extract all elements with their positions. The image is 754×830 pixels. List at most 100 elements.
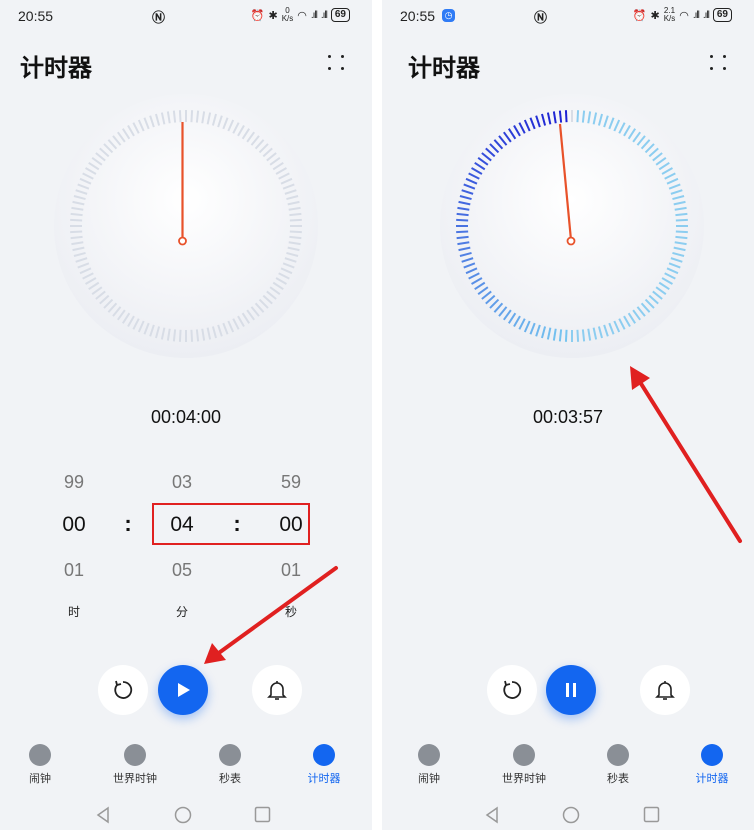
tab-timer[interactable]: 计时器 — [677, 744, 747, 786]
tab-label: 世界时钟 — [502, 773, 546, 785]
dial-tick — [581, 110, 586, 123]
dial-hand-pivot — [178, 236, 187, 246]
bell-icon — [655, 681, 675, 700]
system-nav-bar — [0, 800, 372, 830]
dial-tick — [456, 235, 469, 240]
timer-icon — [701, 744, 723, 766]
hours-prev[interactable]: 99 — [44, 472, 104, 493]
tab-world-clock[interactable]: 世界时钟 — [489, 744, 559, 786]
dial-tick — [456, 230, 469, 234]
seconds-next[interactable]: 01 — [261, 560, 321, 581]
hours-current[interactable]: 00 — [44, 513, 104, 537]
timer-dial — [438, 92, 706, 360]
ringtone-button[interactable] — [640, 665, 690, 715]
timer-icon — [313, 744, 335, 766]
seconds-prev[interactable]: 59 — [261, 472, 321, 493]
globe-icon — [124, 744, 146, 766]
dial-tick — [289, 235, 302, 240]
network-speed: 0 K/s — [282, 7, 294, 23]
dial-tick — [456, 218, 469, 222]
remaining-time: 00:04:00 — [150, 407, 222, 427]
battery-icon: 69 — [712, 8, 732, 22]
nav-home-icon[interactable] — [174, 806, 192, 824]
dial-tick — [70, 212, 83, 217]
ringtone-button[interactable] — [252, 665, 302, 715]
tab-timer[interactable]: 计时器 — [289, 744, 359, 786]
status-time: 20:55 — [18, 8, 54, 24]
dial-tick — [558, 329, 563, 342]
tab-label: 世界时钟 — [113, 773, 157, 785]
pause-icon — [566, 683, 576, 697]
status-time: 20:55 — [400, 8, 436, 24]
reset-button[interactable] — [487, 665, 537, 715]
tab-label: 闹钟 — [418, 773, 440, 785]
globe-icon — [513, 744, 535, 766]
nav-home-icon[interactable] — [562, 806, 580, 824]
dial-tick — [178, 110, 182, 123]
page-title: 计时器 — [408, 55, 480, 82]
timer-dial-svg — [440, 94, 704, 358]
more-options-icon[interactable] — [708, 52, 728, 72]
dial-tick — [581, 329, 586, 342]
dial-tick — [195, 110, 200, 123]
dial-tick — [675, 230, 688, 234]
minutes-prev[interactable]: 03 — [152, 472, 212, 493]
tab-label: 秒表 — [219, 773, 241, 785]
nav-recents-icon[interactable] — [643, 806, 660, 823]
dial-face — [440, 94, 704, 358]
nfc-icon: Ⓝ — [152, 10, 166, 25]
minutes-next[interactable]: 05 — [152, 560, 212, 581]
dial-tick — [675, 235, 688, 240]
battery-icon: 69 — [330, 8, 350, 22]
alarm-status-icon: ⏰ — [250, 9, 265, 22]
dial-tick — [576, 110, 580, 123]
dial-tick — [289, 230, 302, 234]
tab-world-clock[interactable]: 世界时钟 — [100, 744, 170, 786]
reset-button[interactable] — [98, 665, 148, 715]
tab-alarm[interactable]: 闹钟 — [5, 744, 75, 786]
picker-separator: : — [124, 511, 132, 536]
signal-icon-2: .ıll — [320, 9, 328, 21]
more-options-icon[interactable] — [326, 52, 346, 72]
dial-tick — [70, 235, 83, 240]
dial-tick — [178, 329, 182, 342]
dial-tick — [190, 329, 194, 342]
dial-tick — [172, 110, 177, 123]
hours-next[interactable]: 01 — [44, 560, 104, 581]
phone-screen-left: 20:55 Ⓝ ⏰ ✱ 0 K/s ◠ .ıll .ıll 69 计时器 00:… — [0, 0, 372, 830]
network-speed-unit: K/s — [663, 14, 676, 23]
dial-face — [54, 94, 318, 358]
dial-tick — [190, 110, 194, 123]
network-speed-unit: K/s — [281, 14, 294, 23]
start-button[interactable] — [158, 665, 208, 715]
tab-alarm[interactable]: 闹钟 — [394, 744, 464, 786]
dial-tick — [70, 230, 83, 234]
tab-label: 闹钟 — [29, 773, 51, 785]
status-bar: 20:55 ◷ Ⓝ ⏰ ✱ 2.1 K/s ◠ .ıll .ıll 69 — [382, 0, 754, 32]
annotation-highlight-box — [152, 503, 310, 545]
bottom-tab-bar: 闹钟 世界时钟 秒表 计时器 — [382, 744, 754, 788]
nav-back-icon[interactable] — [95, 806, 111, 824]
hours-unit: 时 — [67, 605, 80, 619]
bluetooth-icon: ✱ — [650, 9, 660, 22]
seconds-unit: 秒 — [284, 605, 297, 619]
tab-stopwatch[interactable]: 秒表 — [583, 744, 653, 786]
status-icons: ⏰ ✱ 2.1 K/s ◠ .ıll .ıll 69 — [633, 7, 732, 23]
status-icons: ⏰ ✱ 0 K/s ◠ .ıll .ıll 69 — [251, 7, 350, 23]
wifi-icon: ◠ — [297, 9, 307, 22]
tab-stopwatch[interactable]: 秒表 — [195, 744, 265, 786]
reset-icon — [114, 680, 133, 699]
nav-recents-icon[interactable] — [254, 806, 271, 823]
wifi-icon: ◠ — [679, 9, 689, 22]
pause-button[interactable] — [546, 665, 596, 715]
timer-running-icon: ◷ — [442, 9, 455, 22]
dial-tick — [70, 218, 83, 222]
nfc-icon: Ⓝ — [534, 10, 548, 25]
page-title: 计时器 — [20, 55, 92, 82]
dial-tick — [564, 329, 568, 342]
signal-icon-1: .ıll — [692, 9, 700, 21]
tab-label: 秒表 — [607, 773, 629, 785]
play-icon — [178, 683, 190, 697]
nav-back-icon[interactable] — [484, 806, 500, 824]
bottom-tab-bar: 闹钟 世界时钟 秒表 计时器 — [0, 744, 372, 788]
